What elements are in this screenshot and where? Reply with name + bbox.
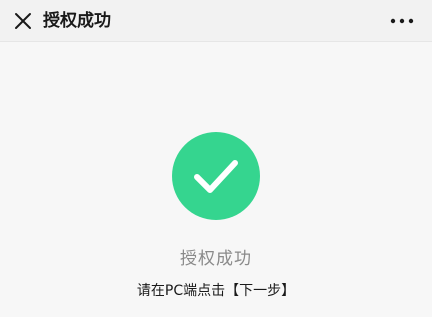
- more-options-button[interactable]: [388, 10, 416, 32]
- more-horizontal-icon: [390, 18, 414, 24]
- checkmark-icon: [194, 160, 238, 193]
- instruction-text: 请在PC端点击【下一步】: [136, 283, 296, 299]
- success-badge: [172, 132, 260, 220]
- close-button[interactable]: [12, 10, 34, 32]
- status-text: 授权成功: [180, 249, 252, 269]
- authorization-success-page: 授权成功 授权成功 请在PC端点击【下一步】: [0, 0, 432, 317]
- close-icon: [15, 13, 31, 29]
- main-content: 授权成功 请在PC端点击【下一步】: [0, 42, 432, 317]
- page-title: 授权成功: [43, 11, 111, 31]
- top-bar: 授权成功: [0, 0, 432, 42]
